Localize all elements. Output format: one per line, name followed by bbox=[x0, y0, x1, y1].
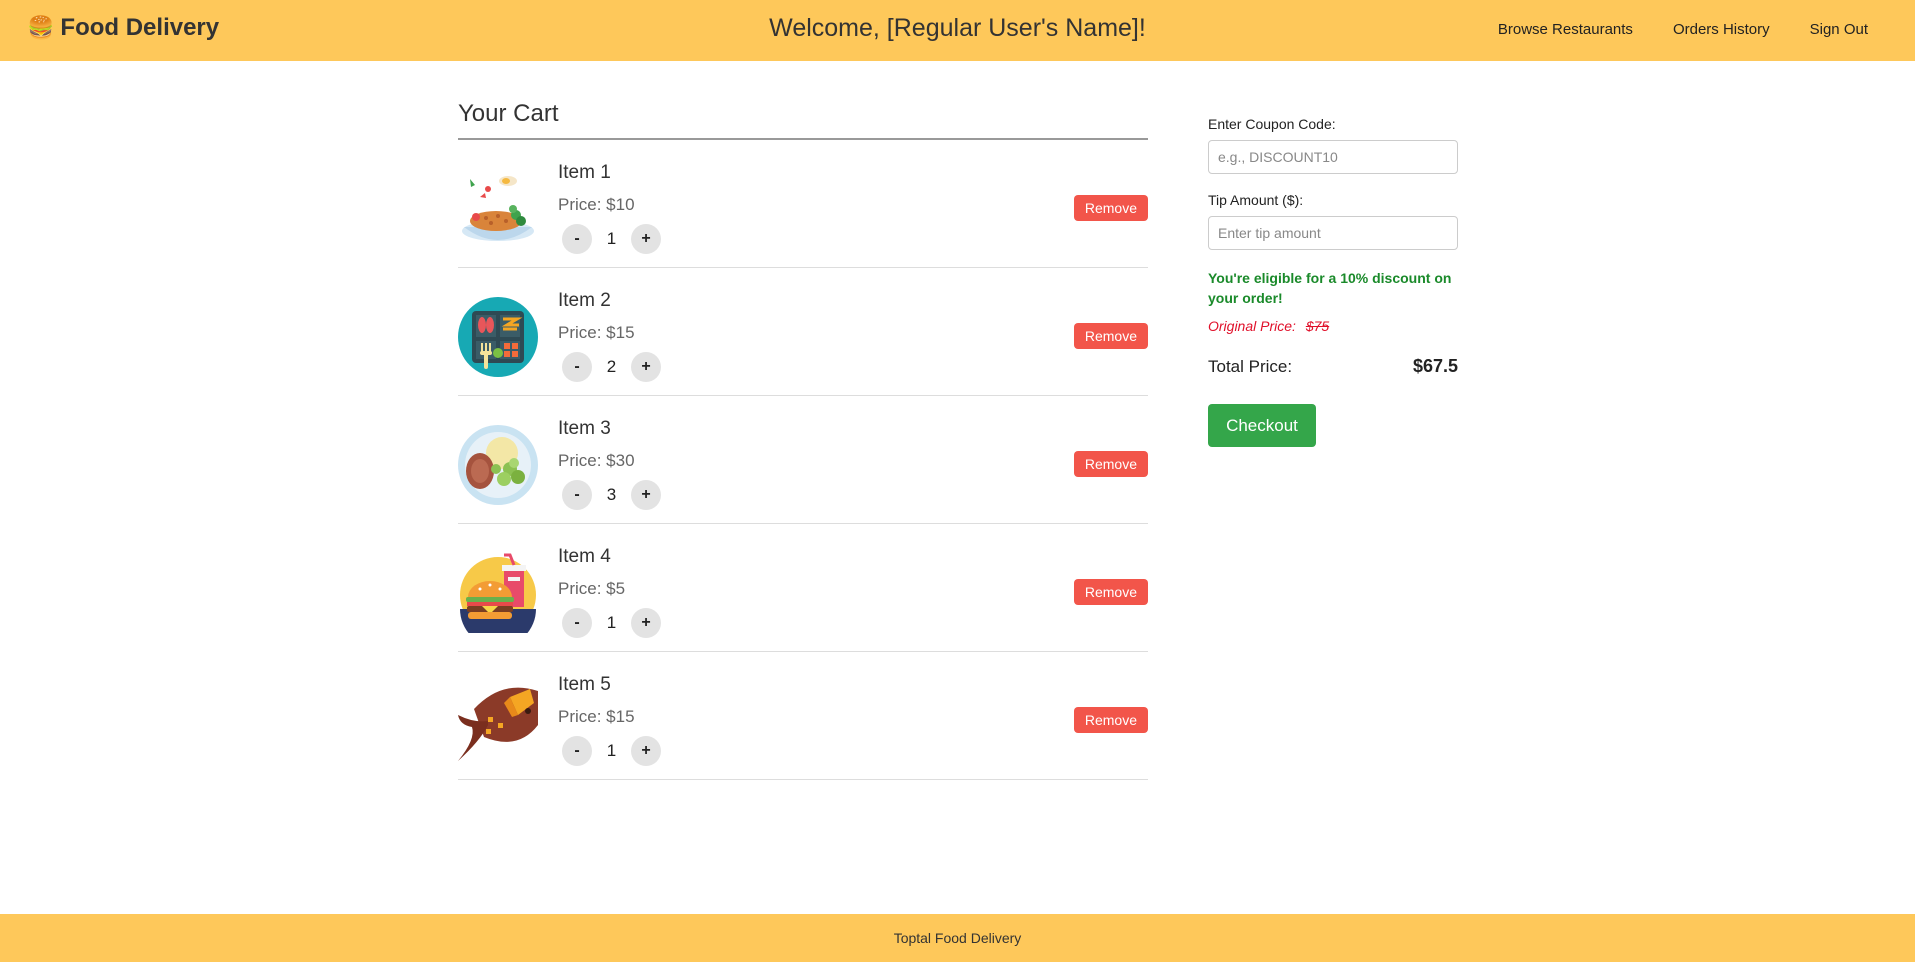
coupon-input[interactable] bbox=[1208, 140, 1458, 174]
increase-quantity-button[interactable]: + bbox=[631, 224, 661, 254]
total-row: Total Price: $67.5 bbox=[1208, 356, 1458, 377]
tip-label: Tip Amount ($): bbox=[1208, 192, 1304, 208]
nav-browse-restaurants[interactable]: Browse Restaurants bbox=[1498, 21, 1633, 38]
cart-title: Your Cart bbox=[458, 100, 1148, 140]
item-price: Price: $10 bbox=[558, 195, 635, 214]
steak-salad-plate-icon bbox=[458, 425, 538, 505]
nav-sign-out[interactable]: Sign Out bbox=[1810, 21, 1868, 38]
footer: Toptal Food Delivery bbox=[0, 914, 1915, 962]
total-value: $67.5 bbox=[1412, 356, 1458, 376]
main-nav: Browse Restaurants Orders History Sign O… bbox=[1498, 21, 1868, 38]
brand-name: Food Delivery bbox=[60, 14, 220, 41]
footer-text: Toptal Food Delivery bbox=[893, 930, 1022, 946]
burger-icon: 🍔 bbox=[27, 15, 55, 40]
item-name: Item 5 bbox=[558, 674, 611, 695]
nav-orders-history[interactable]: Orders History bbox=[1673, 21, 1770, 38]
tip-input[interactable] bbox=[1208, 216, 1458, 250]
checkout-button[interactable]: Checkout bbox=[1208, 404, 1316, 447]
original-price-value: $75 bbox=[1305, 318, 1330, 334]
quantity-stepper: - 1 + bbox=[562, 608, 661, 638]
increase-quantity-button[interactable]: + bbox=[631, 480, 661, 510]
remove-button[interactable]: Remove bbox=[1073, 195, 1148, 221]
item-price: Price: $5 bbox=[558, 579, 626, 598]
total-label: Total Price: bbox=[1208, 356, 1293, 376]
item-price: Price: $15 bbox=[558, 707, 635, 726]
item-name: Item 4 bbox=[558, 546, 611, 567]
roasted-fish-icon bbox=[458, 687, 538, 761]
quantity-stepper: - 3 + bbox=[562, 480, 661, 510]
quantity-value: 3 bbox=[606, 485, 617, 504]
cart-item: Item 5 Price: $15 - 1 + Remove bbox=[458, 652, 1148, 780]
cart-section: Your Cart Item 1 Price: $10 - 1 + Remove bbox=[458, 100, 1148, 780]
decrease-quantity-button[interactable]: - bbox=[562, 224, 592, 254]
quantity-value: 2 bbox=[606, 357, 617, 376]
rice-plate-icon bbox=[462, 176, 534, 241]
increase-quantity-button[interactable]: + bbox=[631, 352, 661, 382]
item-name: Item 1 bbox=[558, 162, 611, 183]
item-price: Price: $30 bbox=[558, 451, 635, 470]
cart-item: Item 2 Price: $15 - 2 + Remove bbox=[458, 268, 1148, 396]
item-price: Price: $15 bbox=[558, 323, 635, 342]
burger-soda-icon bbox=[460, 553, 536, 633]
quantity-value: 1 bbox=[606, 229, 617, 248]
remove-button[interactable]: Remove bbox=[1073, 579, 1148, 605]
quantity-value: 1 bbox=[606, 613, 617, 632]
order-summary: Enter Coupon Code: Tip Amount ($): You'r… bbox=[1208, 116, 1458, 447]
original-price: Original Price: $75 bbox=[1208, 318, 1458, 334]
decrease-quantity-button[interactable]: - bbox=[562, 480, 592, 510]
decrease-quantity-button[interactable]: - bbox=[562, 736, 592, 766]
remove-button[interactable]: Remove bbox=[1073, 323, 1148, 349]
item-name: Item 2 bbox=[558, 290, 611, 311]
brand-logo[interactable]: 🍔 Food Delivery bbox=[27, 14, 219, 42]
item-name: Item 3 bbox=[558, 418, 611, 439]
quantity-value: 1 bbox=[606, 741, 617, 760]
quantity-stepper: - 1 + bbox=[562, 224, 661, 254]
quantity-stepper: - 1 + bbox=[562, 736, 661, 766]
decrease-quantity-button[interactable]: - bbox=[562, 352, 592, 382]
increase-quantity-button[interactable]: + bbox=[631, 736, 661, 766]
quantity-stepper: - 2 + bbox=[562, 352, 661, 382]
remove-button[interactable]: Remove bbox=[1073, 451, 1148, 477]
discount-message: You're eligible for a 10% discount on yo… bbox=[1208, 270, 1452, 306]
cart-item: Item 4 Price: $5 - 1 + Remove bbox=[458, 524, 1148, 652]
cart-item: Item 3 Price: $30 - 3 + Remove bbox=[458, 396, 1148, 524]
coupon-label: Enter Coupon Code: bbox=[1208, 116, 1336, 132]
bento-box-icon bbox=[458, 297, 538, 377]
remove-button[interactable]: Remove bbox=[1073, 707, 1148, 733]
decrease-quantity-button[interactable]: - bbox=[562, 608, 592, 638]
increase-quantity-button[interactable]: + bbox=[631, 608, 661, 638]
original-price-label: Original Price: bbox=[1208, 318, 1296, 334]
top-header: 🍔 Food Delivery Welcome, [Regular User's… bbox=[0, 0, 1915, 61]
cart-item: Item 1 Price: $10 - 1 + Remove bbox=[458, 140, 1148, 268]
